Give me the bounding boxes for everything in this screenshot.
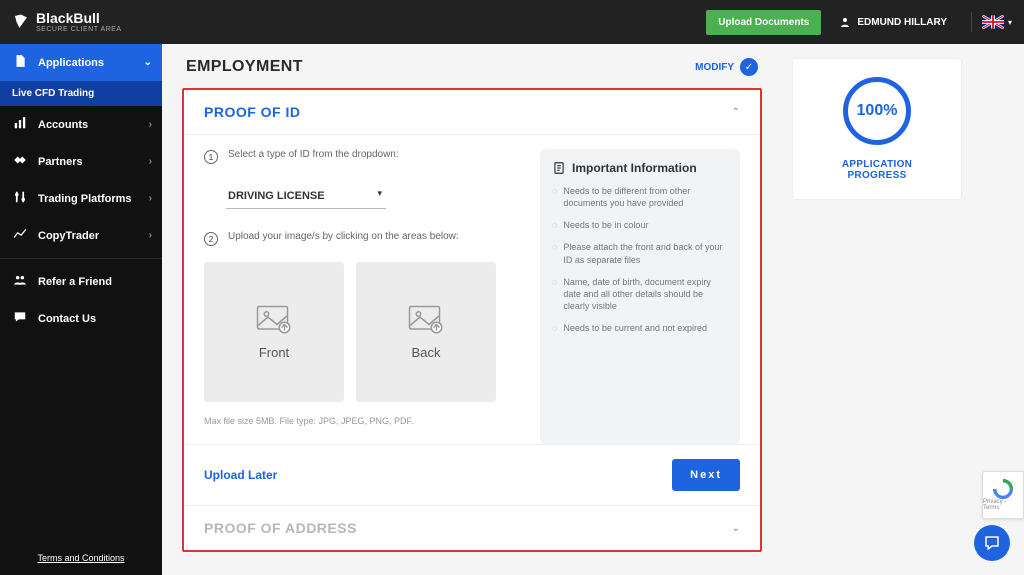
proof-of-address-title: PROOF OF ADDRESS	[204, 520, 357, 536]
brand-name: BlackBull	[36, 11, 122, 25]
sidebar-item-partners[interactable]: Partners ›	[0, 143, 162, 180]
uk-flag-icon	[982, 15, 1004, 29]
step-2-text: Upload your image/s by clicking on the a…	[228, 231, 459, 242]
check-icon: ✓	[740, 58, 758, 76]
sidebar-item-label: Applications	[38, 57, 104, 69]
recaptcha-icon	[993, 479, 1013, 499]
image-upload-icon	[256, 305, 292, 335]
sidebar-item-refer[interactable]: Refer a Friend	[0, 263, 162, 300]
progress-label: APPLICATION PROGRESS	[811, 159, 943, 181]
user-menu[interactable]: EDMUND HILLARY	[839, 16, 947, 28]
main-content: EMPLOYMENT MODIFY ✓ PROOF OF ID ⌃ 1	[162, 44, 1024, 575]
terms-and-conditions-link[interactable]: Terms and Conditions	[0, 541, 162, 575]
user-icon	[839, 16, 851, 28]
sidebar-item-label: Trading Platforms	[38, 193, 132, 205]
id-type-select[interactable]: DRIVING LICENSE	[226, 184, 386, 209]
chevron-right-icon: ›	[149, 230, 152, 241]
chevron-up-icon: ⌃	[732, 107, 740, 118]
progress-ring: 100%	[843, 77, 911, 145]
sidebar-item-label: Refer a Friend	[38, 276, 112, 288]
sidebar-item-applications[interactable]: Applications ⌄	[0, 44, 162, 81]
info-item: Please attach the front and back of your…	[563, 241, 728, 265]
sidebar-item-contact[interactable]: Contact Us	[0, 300, 162, 337]
image-upload-icon	[408, 305, 444, 335]
proof-section-highlighted: PROOF OF ID ⌃ 1 Select a type of ID from…	[182, 88, 762, 552]
proof-of-address-panel: PROOF OF ADDRESS ⌄	[184, 505, 760, 550]
sidebar-item-copytrader[interactable]: CopyTrader ›	[0, 217, 162, 254]
step-1-text: Select a type of ID from the dropdown:	[228, 149, 399, 160]
chat-bubble-icon	[983, 534, 1001, 552]
document-info-icon	[552, 161, 566, 175]
chart-icon	[12, 116, 28, 133]
upload-front-label: Front	[259, 345, 289, 360]
sidebar-item-trading-platforms[interactable]: Trading Platforms ›	[0, 180, 162, 217]
info-item: Name, date of birth, document expiry dat…	[563, 276, 728, 312]
upload-documents-button[interactable]: Upload Documents	[706, 10, 821, 35]
employment-title: EMPLOYMENT	[186, 58, 303, 76]
sliders-icon	[12, 190, 28, 207]
next-button[interactable]: Next	[672, 459, 740, 491]
info-list: Needs to be different from other documen…	[552, 185, 728, 334]
recaptcha-badge: Privacy - Terms	[982, 471, 1024, 519]
brand-sub: SECURE CLIENT AREA	[36, 26, 122, 33]
upload-back-label: Back	[412, 345, 441, 360]
sidebar: Applications ⌄ Live CFD Trading Accounts…	[0, 44, 162, 575]
upload-back[interactable]: Back	[356, 262, 496, 402]
username: EDMUND HILLARY	[857, 17, 947, 28]
proof-of-id-title: PROOF OF ID	[204, 104, 301, 120]
sidebar-item-label: Accounts	[38, 119, 88, 131]
modify-link[interactable]: MODIFY	[695, 62, 734, 73]
proof-of-id-header[interactable]: PROOF OF ID ⌃	[184, 90, 760, 135]
sidebar-item-accounts[interactable]: Accounts ›	[0, 106, 162, 143]
chevron-right-icon: ›	[149, 193, 152, 204]
application-progress-card: 100% APPLICATION PROGRESS	[792, 58, 962, 200]
sidebar-sub-live-cfd[interactable]: Live CFD Trading	[0, 81, 162, 106]
trend-icon	[12, 227, 28, 244]
handshake-icon	[12, 153, 28, 170]
employment-section-header: EMPLOYMENT MODIFY ✓	[182, 58, 762, 78]
step-1-badge: 1	[204, 150, 218, 164]
info-title: Important Information	[572, 161, 697, 175]
chevron-down-icon: ⌄	[732, 523, 740, 534]
document-icon	[12, 54, 28, 71]
bull-icon	[12, 13, 30, 31]
people-icon	[12, 273, 28, 290]
sidebar-item-label: CopyTrader	[38, 230, 99, 242]
chevron-down-icon: ⌄	[144, 57, 152, 68]
chevron-right-icon: ›	[149, 156, 152, 167]
chat-icon	[12, 310, 28, 327]
header-bar: BlackBull SECURE CLIENT AREA Upload Docu…	[0, 0, 1024, 44]
info-item: Needs to be current and not expired	[563, 322, 707, 334]
proof-of-id-panel: PROOF OF ID ⌃ 1 Select a type of ID from…	[184, 90, 760, 505]
chevron-right-icon: ›	[149, 119, 152, 130]
info-item: Needs to be different from other documen…	[563, 185, 728, 209]
file-hint: Max file size 5MB. File type: JPG, JPEG,…	[204, 416, 522, 426]
chat-fab[interactable]	[974, 525, 1010, 561]
step-2-badge: 2	[204, 232, 218, 246]
sidebar-item-label: Contact Us	[38, 313, 96, 325]
upload-front[interactable]: Front	[204, 262, 344, 402]
info-item: Needs to be in colour	[563, 219, 648, 231]
upload-later-link[interactable]: Upload Later	[204, 468, 277, 482]
important-info-box: Important Information Needs to be differ…	[540, 149, 740, 444]
sidebar-item-label: Partners	[38, 156, 83, 168]
brand-logo: BlackBull SECURE CLIENT AREA	[12, 11, 122, 33]
progress-value: 100%	[857, 102, 898, 120]
proof-of-address-header[interactable]: PROOF OF ADDRESS ⌄	[184, 506, 760, 550]
language-selector[interactable]: ▾	[982, 15, 1012, 29]
